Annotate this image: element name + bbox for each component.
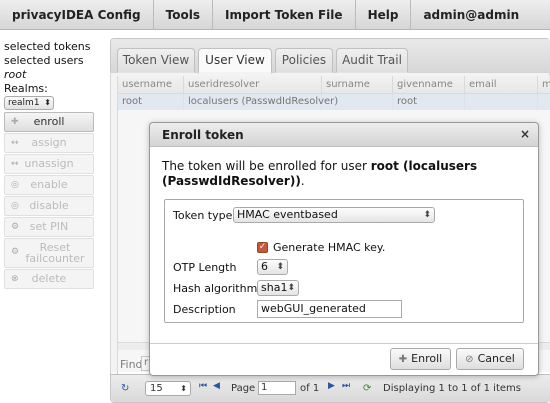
- chevron-down-icon: ⬍: [276, 262, 284, 272]
- enroll-label: enroll: [33, 115, 65, 128]
- page-size-select[interactable]: 15 ⬍: [145, 381, 191, 396]
- generate-key-checkbox[interactable]: ✓: [257, 242, 268, 253]
- dialog-title: Enroll token: [162, 128, 244, 142]
- menu-help[interactable]: Help: [356, 0, 412, 30]
- chevron-down-icon: ⬍: [44, 98, 51, 107]
- tab-token-view[interactable]: Token View: [117, 48, 195, 73]
- pager-bar: ↻ 15 ⬍ ⏮ ◀ Page 1 of 1 ▶ ⏭ ⟳ Displaying 1…: [111, 374, 550, 402]
- left-panel: selected tokens selected users root Real…: [0, 38, 100, 403]
- assign-button[interactable]: ↔ assign: [4, 133, 94, 153]
- description-label: Description: [173, 303, 236, 316]
- chevron-down-icon: ⬍: [423, 210, 431, 220]
- otp-length-select[interactable]: 6 ⬍: [257, 259, 288, 275]
- menu-bar: privacyIDEA Config Tools Import Token Fi…: [0, 0, 550, 30]
- page-size-value: 15: [150, 383, 163, 394]
- chevron-down-icon: ⬍: [287, 283, 295, 293]
- gear-icon: ⚙: [11, 247, 20, 257]
- page-input[interactable]: 1: [258, 381, 296, 395]
- token-type-label: Token type: [173, 209, 233, 222]
- realm-select-value: realm1: [8, 98, 40, 108]
- enroll-submit-label: Enroll: [411, 352, 443, 365]
- reset-failcounter-button[interactable]: ⚙ Reset failcounter: [4, 238, 94, 268]
- menu-tools[interactable]: Tools: [154, 0, 213, 30]
- unassign-button[interactable]: ↔ unassign: [4, 154, 94, 174]
- disable-button[interactable]: ◎ disable: [4, 196, 94, 216]
- cancel-icon: ⊘: [465, 354, 474, 365]
- assign-label: assign: [31, 136, 67, 149]
- reset-failcounter-label: Reset failcounter: [25, 241, 85, 265]
- description-input[interactable]: webGUI_generated: [257, 300, 402, 318]
- circle-icon: ◎: [11, 180, 19, 190]
- reload-icon[interactable]: ⟳: [363, 383, 371, 394]
- chevron-down-icon: ⬍: [180, 384, 187, 393]
- enroll-message: The token will be enrolled for user root…: [162, 159, 532, 189]
- realms-label: Realms:: [4, 82, 48, 95]
- dialog-titlebar: Enroll token ×: [150, 123, 538, 147]
- tab-strip: Token View User View Policies Audit Trai…: [111, 39, 550, 74]
- selected-user-value: root: [4, 68, 27, 81]
- arrows-icon: ↔: [11, 138, 19, 148]
- close-icon[interactable]: ×: [520, 127, 530, 141]
- set-pin-button[interactable]: ⚙ set PIN: [4, 217, 94, 237]
- enroll-token-dialog: Enroll token × The token will be enrolle…: [149, 122, 539, 376]
- hash-algorithm-label: Hash algorithm: [173, 282, 258, 295]
- message-prefix: The token will be enrolled for user: [162, 159, 371, 173]
- token-type-value: HMAC eventbased: [237, 208, 338, 221]
- menu-import-token-file[interactable]: Import Token File: [213, 0, 356, 30]
- menu-privacyidea-config[interactable]: privacyIDEA Config: [0, 0, 154, 30]
- arrows-icon: ↔: [11, 159, 19, 169]
- page-count-label: of 1: [300, 383, 320, 394]
- realm-select[interactable]: realm1 ⬍: [4, 96, 54, 110]
- generate-key-label: Generate HMAC key.: [273, 241, 386, 254]
- hash-algorithm-select[interactable]: sha1 ⬍: [257, 280, 299, 296]
- dialog-divider: [150, 343, 538, 344]
- selected-tokens-label: selected tokens: [4, 40, 91, 53]
- enroll-button[interactable]: ✚ enroll: [4, 112, 94, 132]
- last-page-icon[interactable]: ⏭: [342, 381, 350, 391]
- selected-users-label: selected users: [4, 54, 84, 67]
- refresh-icon[interactable]: ↻: [121, 383, 129, 394]
- set-pin-label: set PIN: [29, 220, 69, 233]
- token-type-select[interactable]: HMAC eventbased ⬍: [233, 207, 435, 223]
- tab-policies[interactable]: Policies: [275, 48, 333, 73]
- plus-icon: ✚: [398, 354, 408, 365]
- tab-audit-trail[interactable]: Audit Trail: [336, 48, 408, 73]
- enable-label: enable: [30, 178, 68, 191]
- otp-length-value: 6: [261, 260, 268, 273]
- first-page-icon[interactable]: ⏮: [199, 381, 207, 391]
- hash-algorithm-value: sha1: [261, 281, 288, 294]
- cancel-label: Cancel: [477, 352, 515, 365]
- tab-user-view[interactable]: User View: [198, 48, 272, 74]
- cancel-button[interactable]: ⊘ Cancel: [456, 348, 524, 370]
- display-count-text: Displaying 1 to 1 of 1 items: [383, 383, 521, 394]
- otp-length-label: OTP Length: [173, 261, 237, 274]
- enable-button[interactable]: ◎ enable: [4, 175, 94, 195]
- enroll-submit-button[interactable]: ✚ Enroll: [390, 348, 451, 370]
- delete-button[interactable]: ⊗ delete: [4, 269, 94, 289]
- delete-icon: ⊗: [11, 274, 19, 284]
- gear-icon: ⚙: [11, 222, 20, 232]
- prev-page-icon[interactable]: ◀: [213, 381, 220, 391]
- menu-admin-account[interactable]: admin@admin: [411, 0, 531, 30]
- disable-label: disable: [29, 199, 69, 212]
- page-label: Page: [231, 383, 256, 394]
- unassign-label: unassign: [24, 157, 74, 170]
- delete-label: delete: [31, 272, 67, 285]
- next-page-icon[interactable]: ▶: [328, 381, 335, 391]
- enroll-form: Token type HMAC eventbased ⬍ ✓ Generate H…: [164, 199, 524, 323]
- plus-icon: ✚: [11, 117, 19, 127]
- message-suffix: .: [300, 174, 305, 188]
- circle-icon: ◎: [11, 201, 19, 211]
